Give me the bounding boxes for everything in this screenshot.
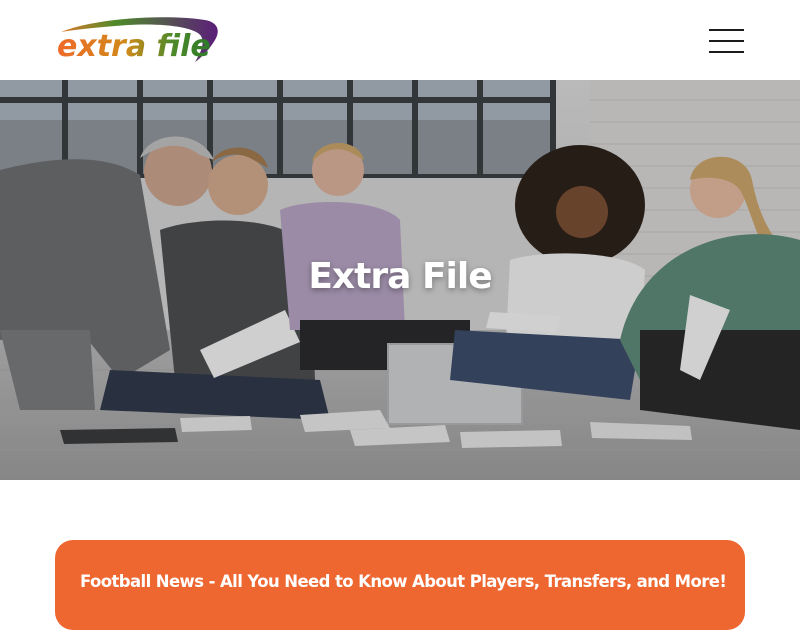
news-title[interactable]: Football News - All You Need to Know Abo… (80, 572, 727, 591)
hero-banner: Extra File (0, 80, 800, 480)
news-card[interactable]: Football News - All You Need to Know Abo… (55, 540, 745, 630)
logo-text: extra file (57, 29, 211, 64)
hero-title: Extra File (308, 256, 492, 297)
site-logo[interactable]: extra file (55, 14, 221, 66)
hamburger-menu-icon[interactable] (702, 24, 750, 58)
site-header: extra file (0, 0, 800, 80)
